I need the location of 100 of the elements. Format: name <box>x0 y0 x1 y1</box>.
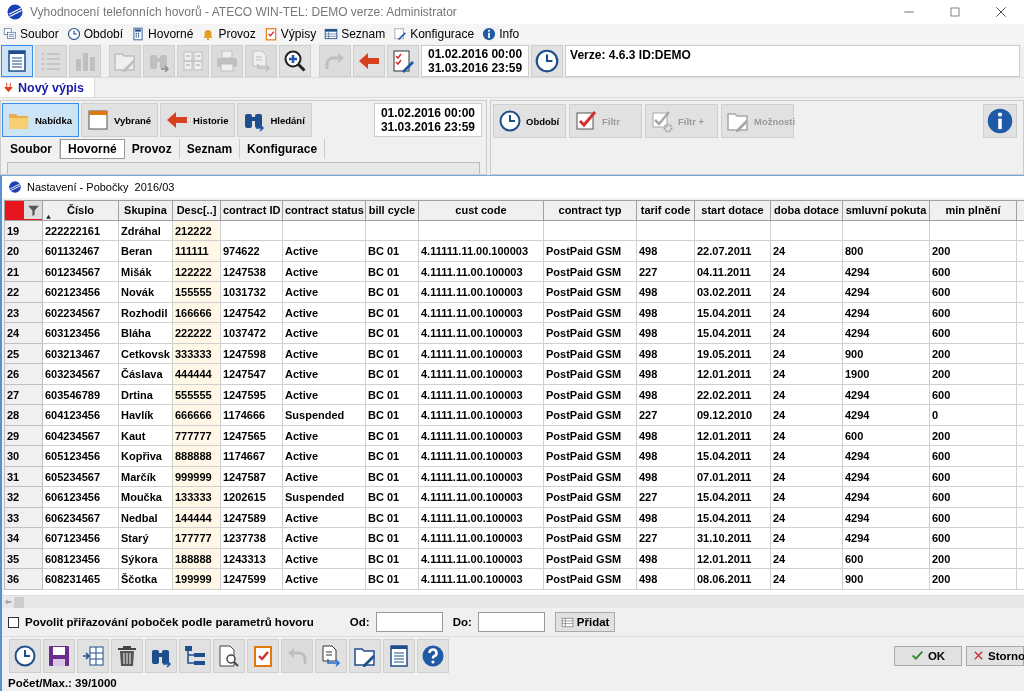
menu-item[interactable]: Výpisy <box>280 27 317 41</box>
column-header[interactable]: contract ID <box>220 200 283 221</box>
table-cell: 600 <box>929 486 1017 508</box>
table-cell: 24 <box>770 384 843 405</box>
menu-item[interactable]: Konfigurace <box>410 27 475 41</box>
table-cell: 200 <box>929 548 1017 569</box>
table-cell: Active <box>282 261 366 282</box>
toolbar-button[interactable] <box>111 638 143 673</box>
column-header[interactable]: Skupina <box>118 200 173 221</box>
table-cell: 4294 <box>842 281 930 303</box>
column-header[interactable]: min plnění <box>929 200 1017 221</box>
table-cell: 1900 <box>842 363 930 385</box>
scrollbar-thumb[interactable] <box>14 596 24 608</box>
table-cell: Active <box>282 548 366 569</box>
table-cell: PostPaid GSM <box>543 240 637 262</box>
table-cell: 200 <box>929 343 1017 364</box>
panel-button[interactable]: Vybrané <box>80 103 159 137</box>
table-cell: 4.11111.11.00.100003 <box>418 240 544 262</box>
tab[interactable]: Hovorné <box>60 139 125 159</box>
table-cell: 24 <box>770 240 843 262</box>
table-cell: 4.1111.11.00.100003 <box>418 445 544 467</box>
column-header[interactable]: Číslo <box>42 200 119 221</box>
column-header[interactable]: doba dotace <box>770 200 843 221</box>
menu-item[interactable]: Provoz <box>218 27 256 41</box>
table-cell: 19.05.2011 <box>694 343 771 364</box>
period-button[interactable] <box>531 44 564 77</box>
table-cell: 600 <box>929 527 1017 549</box>
panel-button[interactable]: Období <box>493 104 566 138</box>
clock-icon <box>13 643 37 668</box>
tab[interactable]: Seznam <box>179 139 241 159</box>
maximize-icon[interactable] <box>949 6 961 18</box>
info-button[interactable] <box>983 104 1017 138</box>
table-cell: Active <box>282 466 366 487</box>
table-cell: 4.1111.11.00.100003 <box>418 343 544 364</box>
toolbar-button[interactable] <box>1 44 33 77</box>
filter-header[interactable] <box>4 200 43 221</box>
globe-logo-icon <box>6 3 24 21</box>
input-field[interactable] <box>477 612 545 633</box>
document-search-icon <box>217 643 241 668</box>
ok-button[interactable]: OK <box>894 645 962 666</box>
toolbar-button[interactable] <box>145 638 177 673</box>
menu-item[interactable]: Soubor <box>20 27 59 41</box>
table-cell: PostPaid GSM <box>543 445 637 467</box>
table-cell: 498 <box>636 548 695 569</box>
table-cell: 1247599 <box>220 568 283 590</box>
table-cell: PostPaid GSM <box>543 302 637 323</box>
column-header[interactable]: cust code <box>418 200 544 221</box>
checkbox[interactable] <box>8 616 19 628</box>
table-cell: 15.04.2011 <box>694 322 771 344</box>
table-cell: BC 01 <box>365 281 419 303</box>
input-field[interactable] <box>375 612 443 633</box>
table-cell: 24 <box>770 322 843 344</box>
dialog-title: Nastavení - Pobočky 2016/03 <box>27 180 175 193</box>
add-button[interactable]: Přidat <box>554 612 616 633</box>
column-header[interactable]: start dotace <box>694 200 771 221</box>
toolbar-button[interactable] <box>349 638 381 673</box>
table-cell: 4.1111.11.00.100003 <box>418 384 544 405</box>
panel-button[interactable]: Historie <box>160 103 236 137</box>
table-cell: 4.1111.11.00.100003 <box>418 404 544 426</box>
document-tab[interactable]: Nový výpis <box>0 78 95 97</box>
row-number: 21 <box>4 261 43 282</box>
row-number: 29 <box>4 425 43 446</box>
table-cell: 12.01.2011 <box>694 363 771 385</box>
scrollbar[interactable] <box>2 595 1024 609</box>
toolbar-button[interactable] <box>213 638 245 673</box>
menu-item[interactable]: Hovorné <box>148 27 194 41</box>
column-header[interactable]: Desc[..] <box>172 200 221 221</box>
document-arrow-icon <box>249 48 273 73</box>
column-header[interactable]: bill cycle <box>365 200 419 221</box>
toolbar-button[interactable] <box>43 638 75 673</box>
menu-item[interactable]: Seznam <box>341 27 386 41</box>
row-number: 24 <box>4 322 43 344</box>
toolbar-button[interactable] <box>387 44 419 77</box>
row-number: 28 <box>4 404 43 426</box>
panel-button[interactable]: Hledání <box>237 103 312 137</box>
toolbar-button[interactable] <box>179 638 211 673</box>
rows-arrow-icon <box>81 643 105 668</box>
column-header[interactable]: tarif code <box>636 200 695 221</box>
panel-button[interactable]: Nabídka <box>2 103 79 137</box>
table-cell: Moučka <box>118 486 173 508</box>
row-number: 31 <box>4 466 43 487</box>
table-cell: 498 <box>636 240 695 262</box>
table-cell: Havlík <box>118 404 173 426</box>
column-header[interactable]: contract typ <box>543 200 637 221</box>
toolbar-button[interactable] <box>417 638 449 673</box>
menu-item[interactable]: Info <box>499 27 520 41</box>
column-header[interactable]: contract status <box>282 200 366 221</box>
table-cell: 605234567 <box>42 466 119 487</box>
tab[interactable]: Provoz <box>124 139 180 159</box>
clock-icon <box>534 47 561 74</box>
toolbar-button[interactable] <box>279 44 311 77</box>
table-cell: Starý <box>118 527 173 549</box>
cancel-button[interactable]: Storno <box>966 645 1024 666</box>
close-icon[interactable] <box>994 5 1008 19</box>
table-cell: 4.1111.11.00.100003 <box>418 466 544 487</box>
menu-item[interactable]: Období <box>83 27 124 41</box>
toolbar-button[interactable] <box>383 638 415 673</box>
tab[interactable]: Konfigurace <box>240 139 326 159</box>
toolbar-button[interactable] <box>9 638 41 673</box>
column-header[interactable]: smluvní pokuta <box>842 200 930 221</box>
